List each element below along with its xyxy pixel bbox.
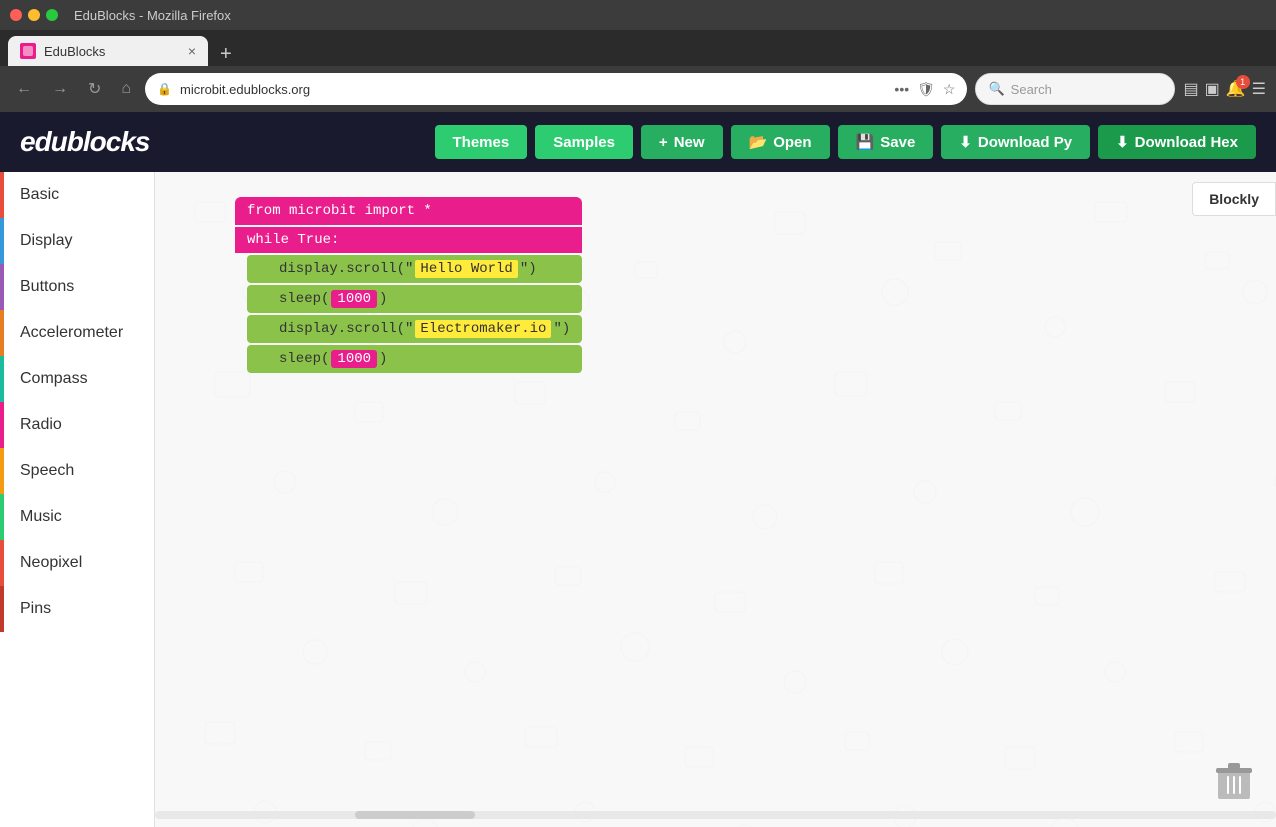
forward-button[interactable]: → (46, 76, 74, 102)
while-text: while True: (247, 232, 339, 248)
maximize-window-button[interactable] (46, 9, 58, 21)
new-tab-button[interactable]: + (214, 43, 238, 66)
sleep2-suffix: ) (379, 351, 387, 367)
sidebar-item-accelerometer-label: Accelerometer (20, 324, 123, 341)
app-body: Basic Display Buttons Accelerometer Comp… (0, 172, 1276, 827)
header-buttons: Themes Samples + New 📂 Open 💾 Save ⬇ Dow… (435, 125, 1256, 159)
download-hex-button[interactable]: ⬇ Download Hex (1098, 125, 1256, 159)
logo-text: edublocks (20, 126, 149, 157)
sidebar-item-radio-label: Radio (20, 416, 62, 433)
home-button[interactable]: ⌂ (115, 76, 137, 102)
display-scroll1-suffix: ") (520, 261, 537, 277)
sidebar-item-speech-label: Speech (20, 462, 74, 479)
browser-tab-edublocks[interactable]: EduBlocks × (8, 36, 208, 66)
notification-icon[interactable]: 🔔1 (1226, 79, 1246, 99)
address-bar[interactable]: 🔒 microbit.edublocks.org ••• 🛡 ☆ (145, 73, 967, 105)
save-icon: 💾 (856, 133, 875, 151)
canvas-area[interactable]: Blockly from microbit import * while Tru… (155, 172, 1276, 827)
back-button[interactable]: ← (10, 76, 38, 102)
search-bar[interactable]: 🔍 Search (975, 73, 1175, 105)
sidebar-item-accelerometer[interactable]: Accelerometer (0, 310, 154, 356)
reader-icon[interactable]: ▣ (1205, 79, 1220, 99)
samples-button[interactable]: Samples (535, 125, 633, 159)
minimize-window-button[interactable] (28, 9, 40, 21)
trash-icon[interactable] (1216, 761, 1256, 807)
browser-titlebar: EduBlocks - Mozilla Firefox (0, 0, 1276, 30)
search-icon: 🔍 (988, 81, 1004, 97)
sleep1-value: 1000 (331, 290, 377, 308)
sidebar-item-display-label: Display (20, 232, 72, 249)
sidebar-item-neopixel[interactable]: Neopixel (0, 540, 154, 586)
sidebar: Basic Display Buttons Accelerometer Comp… (0, 172, 155, 827)
new-button[interactable]: + New (641, 125, 723, 159)
browser-tabbar: EduBlocks × + (0, 30, 1276, 66)
sidebar-item-basic-label: Basic (20, 186, 59, 203)
download-py-button[interactable]: ⬇ Download Py (941, 125, 1090, 159)
download-py-icon: ⬇ (959, 133, 972, 151)
browser-action-icons: ••• 🛡 ☆ (894, 81, 955, 98)
menu-icon[interactable]: ☰ (1252, 79, 1266, 99)
download-hex-label: Download Hex (1135, 134, 1238, 151)
sidebar-item-display[interactable]: Display (0, 218, 154, 264)
url-text: microbit.edublocks.org (180, 82, 886, 97)
close-window-button[interactable] (10, 9, 22, 21)
sleep1-prefix: sleep( (279, 291, 329, 307)
sidebar-item-compass-label: Compass (20, 370, 88, 387)
horizontal-scrollbar[interactable] (155, 811, 1276, 819)
app-header: edublocks Themes Samples + New 📂 Open 💾 … (0, 112, 1276, 172)
sleep2-value: 1000 (331, 350, 377, 368)
browser-toolbar: ← → ↻ ⌂ 🔒 microbit.edublocks.org ••• 🛡 ☆… (0, 66, 1276, 112)
save-button[interactable]: 💾 Save (838, 125, 934, 159)
display-scroll2-suffix: ") (553, 321, 570, 337)
search-placeholder: Search (1011, 82, 1052, 97)
sidebar-item-neopixel-label: Neopixel (20, 554, 82, 571)
shield-icon: 🛡 (917, 81, 935, 98)
browser-title: EduBlocks - Mozilla Firefox (74, 8, 231, 23)
sidebar-item-radio[interactable]: Radio (0, 402, 154, 448)
sidebar-item-pins-label: Pins (20, 600, 51, 617)
open-label: Open (773, 134, 811, 151)
sidebar-item-compass[interactable]: Compass (0, 356, 154, 402)
download-hex-icon: ⬇ (1116, 133, 1129, 151)
star-icon[interactable]: ☆ (943, 81, 956, 98)
sidebar-item-music-label: Music (20, 508, 62, 525)
sleep1-suffix: ) (379, 291, 387, 307)
traffic-lights (10, 9, 58, 21)
library-icon[interactable]: ▤ (1183, 79, 1198, 99)
sidebar-item-buttons[interactable]: Buttons (0, 264, 154, 310)
electromaker-string: Electromaker.io (415, 320, 551, 338)
sidebar-item-basic[interactable]: Basic (0, 172, 154, 218)
sidebar-item-music[interactable]: Music (0, 494, 154, 540)
tab-favicon (20, 43, 36, 59)
import-text: from microbit import * (247, 203, 432, 219)
sidebar-item-pins[interactable]: Pins (0, 586, 154, 632)
open-button[interactable]: 📂 Open (731, 125, 830, 159)
save-label: Save (880, 134, 915, 151)
ellipsis-icon[interactable]: ••• (894, 81, 909, 98)
plus-icon: + (659, 134, 668, 151)
new-label: New (674, 134, 705, 151)
reload-button[interactable]: ↻ (82, 75, 107, 103)
themes-button[interactable]: Themes (435, 125, 528, 159)
download-py-label: Download Py (978, 134, 1072, 151)
display-scroll2-prefix: display.scroll(" (279, 321, 413, 337)
scrollbar-thumb[interactable] (355, 811, 475, 819)
display-scroll1-prefix: display.scroll(" (279, 261, 413, 277)
block-import[interactable]: from microbit import * (235, 197, 582, 225)
blockly-toggle-button[interactable]: Blockly (1192, 182, 1276, 216)
sleep2-prefix: sleep( (279, 351, 329, 367)
folder-icon: 📂 (749, 133, 768, 151)
sidebar-item-speech[interactable]: Speech (0, 448, 154, 494)
tab-label: EduBlocks (44, 44, 105, 59)
sidebar-item-buttons-label: Buttons (20, 278, 74, 295)
code-blocks[interactable]: from microbit import * while True: displ… (235, 197, 582, 373)
lock-icon: 🔒 (157, 82, 172, 96)
browser-toolbar-icons: ▤ ▣ 🔔1 ☰ (1183, 79, 1266, 99)
hello-world-string: Hello World (415, 260, 517, 278)
tab-close-button[interactable]: × (188, 43, 196, 59)
app-logo: edublocks (20, 126, 149, 158)
